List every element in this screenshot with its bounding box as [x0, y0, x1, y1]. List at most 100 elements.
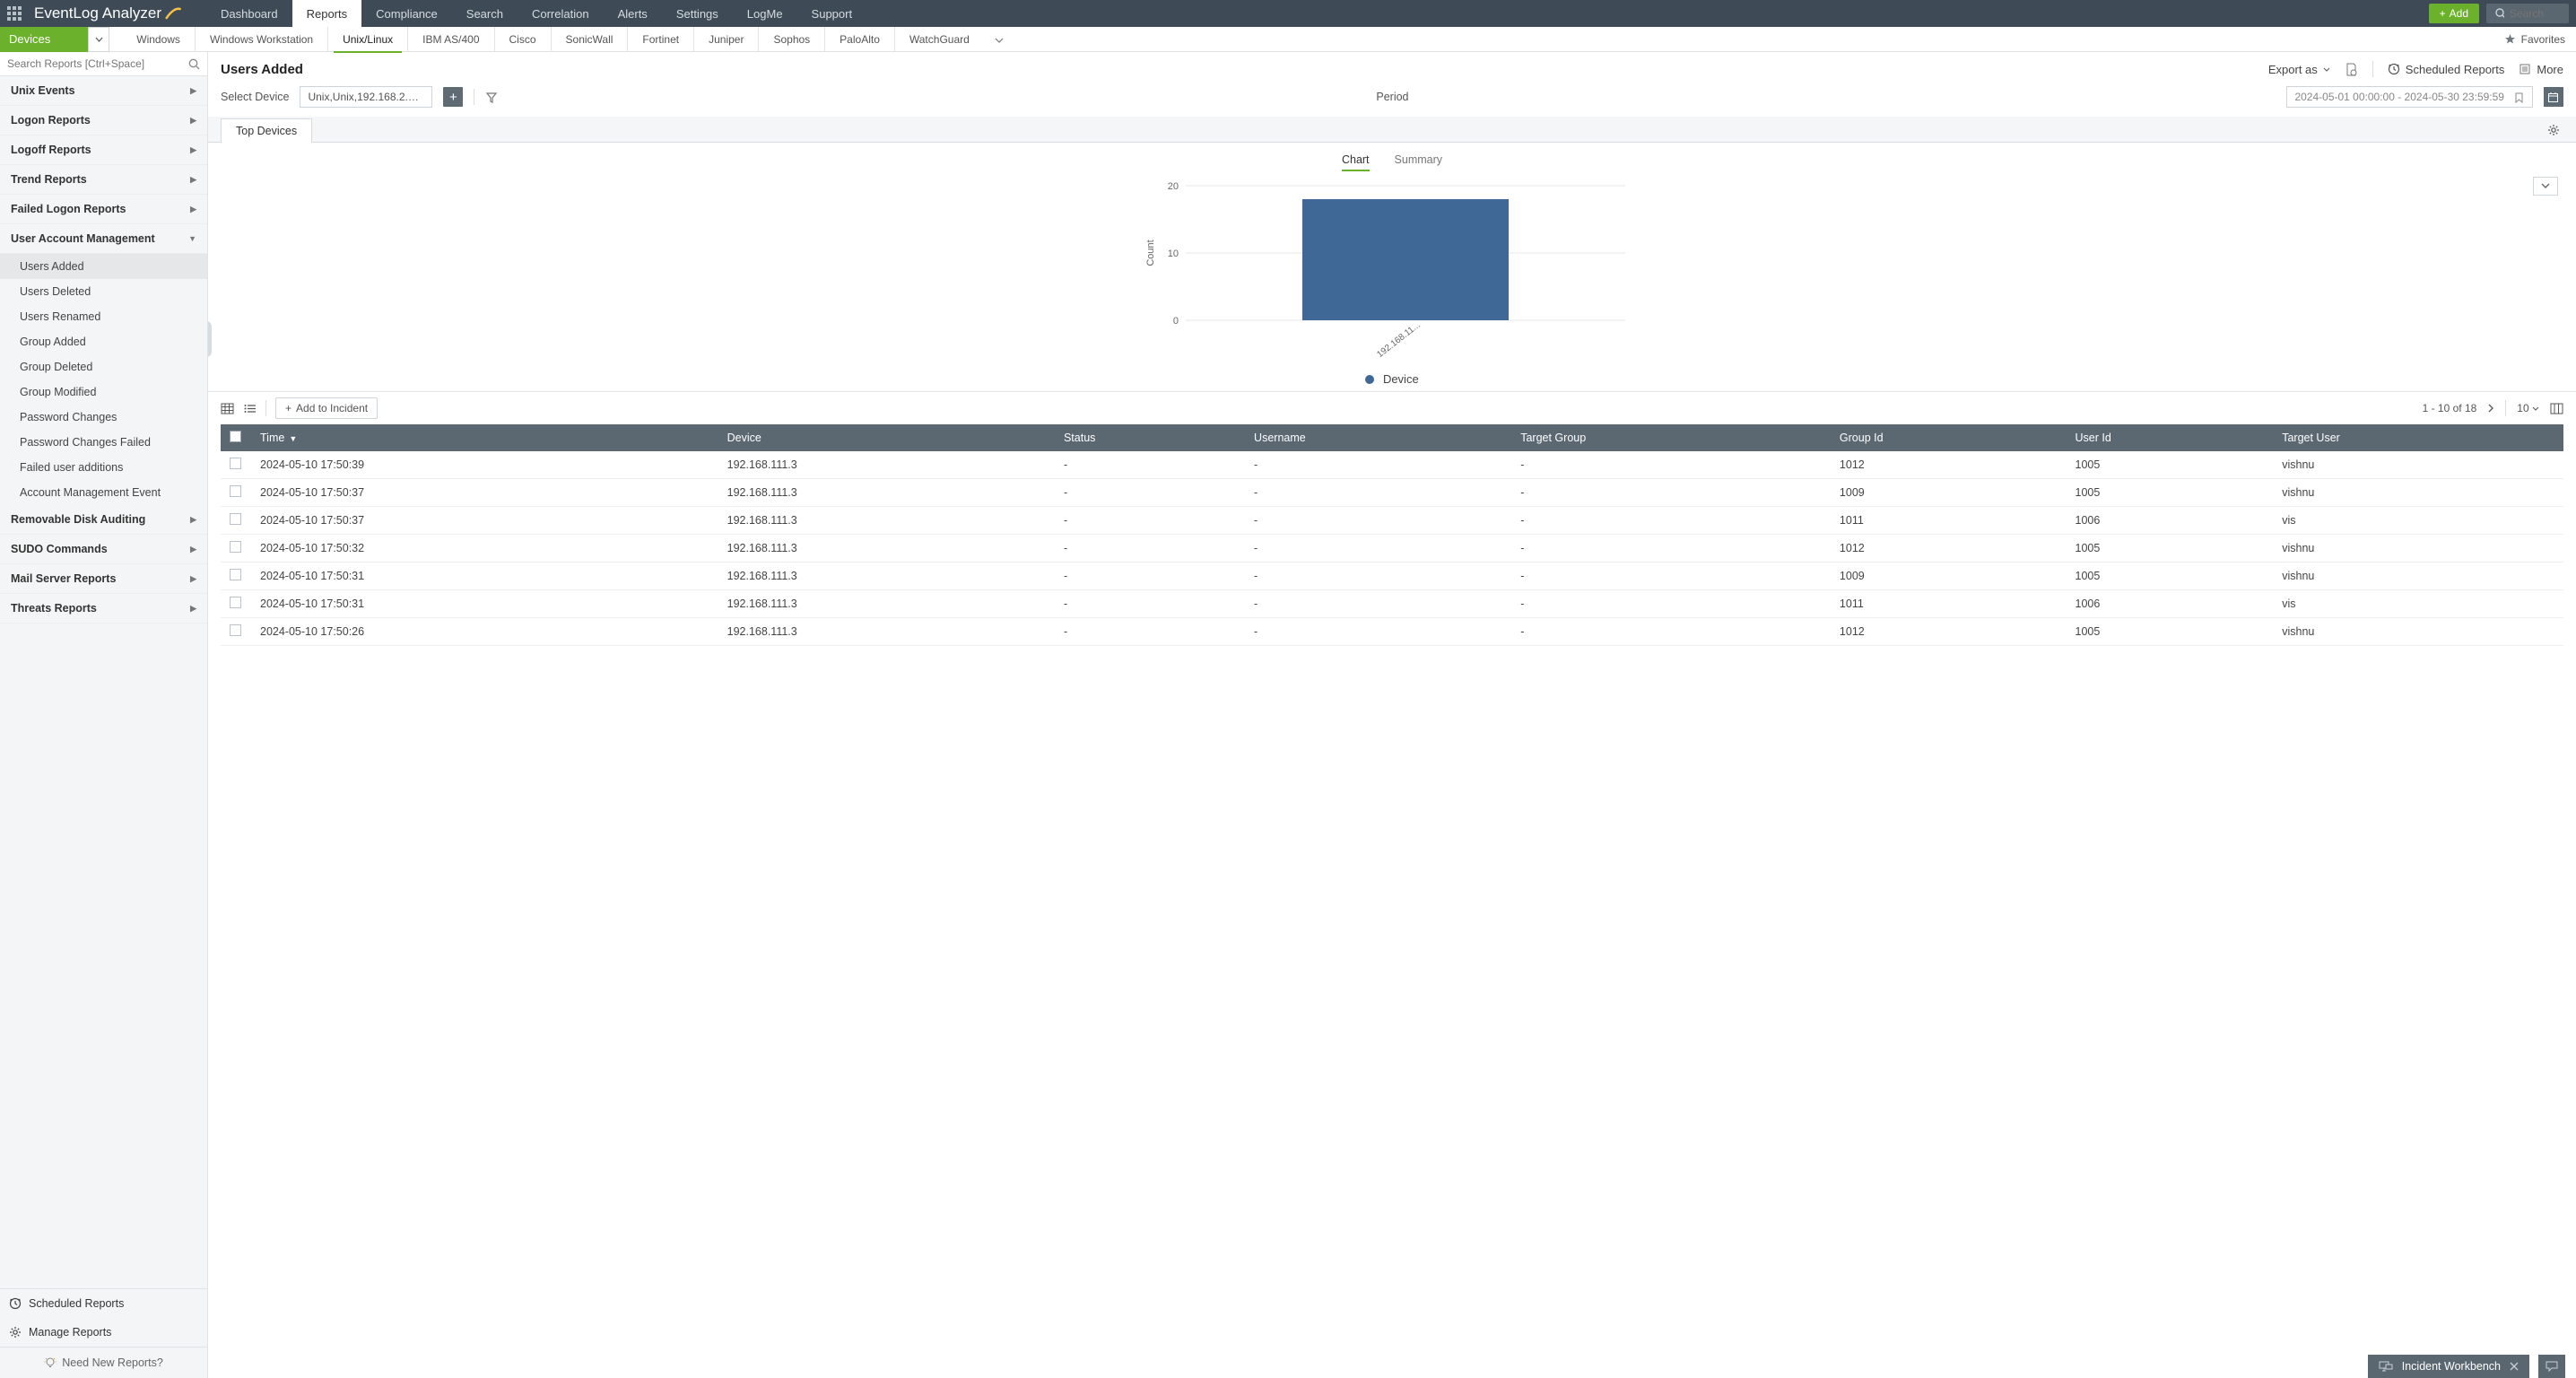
calendar-button[interactable] — [2544, 87, 2563, 107]
columns-button[interactable] — [2550, 401, 2563, 414]
sidebar-search-input[interactable] — [7, 57, 188, 70]
add-device-button[interactable]: + — [443, 87, 463, 107]
table-row[interactable]: 2024-05-10 17:50:37192.168.111.3---10111… — [221, 506, 2563, 534]
sidebar-group[interactable]: Logoff Reports▶ — [0, 135, 207, 165]
sidebar-group[interactable]: Failed Logon Reports▶ — [0, 195, 207, 224]
top-search-input[interactable] — [2510, 7, 2560, 20]
sidebar-group[interactable]: User Account Management▼ — [0, 224, 207, 254]
sidebar-group[interactable]: Logon Reports▶ — [0, 106, 207, 135]
table-row[interactable]: 2024-05-10 17:50:31192.168.111.3---10091… — [221, 562, 2563, 589]
top-search[interactable] — [2486, 4, 2569, 23]
table-row[interactable]: 2024-05-10 17:50:37192.168.111.3---10091… — [221, 478, 2563, 506]
filter-funnel-button[interactable] — [485, 90, 498, 104]
row-checkbox[interactable] — [230, 513, 241, 525]
col-header[interactable]: Status — [1055, 424, 1245, 451]
nav-tab-support[interactable]: Support — [797, 0, 867, 27]
device-tab[interactable]: SonicWall — [552, 27, 629, 52]
nav-tab-alerts[interactable]: Alerts — [604, 0, 662, 27]
favorites-link[interactable]: Favorites — [2493, 33, 2576, 46]
sidebar-search[interactable] — [0, 52, 207, 76]
sidebar-group[interactable]: Mail Server Reports▶ — [0, 564, 207, 594]
devices-dropdown-caret[interactable] — [88, 27, 109, 52]
sidebar-subitem[interactable]: Password Changes Failed — [0, 430, 207, 455]
row-checkbox[interactable] — [230, 569, 241, 580]
row-checkbox[interactable] — [230, 624, 241, 636]
nav-tab-dashboard[interactable]: Dashboard — [206, 0, 292, 27]
bookmark-icon[interactable] — [2513, 92, 2525, 103]
table-row[interactable]: 2024-05-10 17:50:39192.168.111.3---10121… — [221, 451, 2563, 479]
sidebar-subitem[interactable]: Group Deleted — [0, 354, 207, 379]
device-tab[interactable]: Cisco — [495, 27, 552, 52]
table-row[interactable]: 2024-05-10 17:50:32192.168.111.3---10121… — [221, 534, 2563, 562]
sidebar-subitem[interactable]: Account Management Event — [0, 480, 207, 505]
sidebar-subitem[interactable]: Group Modified — [0, 379, 207, 405]
next-page-button[interactable] — [2487, 402, 2494, 414]
scheduled-reports-button[interactable]: Scheduled Reports — [2388, 63, 2505, 76]
device-tab[interactable]: Unix/Linux — [328, 27, 408, 52]
nav-tab-settings[interactable]: Settings — [662, 0, 733, 27]
sidebar-subitem[interactable]: Failed user additions — [0, 455, 207, 480]
row-checkbox[interactable] — [230, 458, 241, 469]
chat-button[interactable] — [2538, 1355, 2565, 1378]
export-as-button[interactable]: Export as — [2268, 63, 2330, 76]
device-tab[interactable]: Juniper — [694, 27, 759, 52]
chart-settings-gear[interactable] — [2544, 117, 2563, 142]
device-tab[interactable]: Sophos — [759, 27, 825, 52]
device-tab[interactable]: Fortinet — [628, 27, 694, 52]
incident-workbench-bar[interactable]: Incident Workbench — [2368, 1355, 2529, 1378]
chart-tab-chart[interactable]: Chart — [1342, 153, 1370, 171]
col-header[interactable]: Target User — [2273, 424, 2563, 451]
sidebar-group[interactable]: Threats Reports▶ — [0, 594, 207, 624]
apps-grid-icon[interactable] — [7, 6, 22, 21]
tab-top-devices[interactable]: Top Devices — [221, 118, 312, 143]
more-button[interactable]: More — [2519, 63, 2563, 76]
logo[interactable]: EventLog Analyzer — [34, 4, 183, 22]
table-row[interactable]: 2024-05-10 17:50:26192.168.111.3---10121… — [221, 617, 2563, 645]
need-new-reports[interactable]: Need New Reports? — [0, 1347, 207, 1378]
nav-tab-correlation[interactable]: Correlation — [518, 0, 604, 27]
page-size-select[interactable]: 10 — [2517, 402, 2539, 414]
export-file-icon-button[interactable] — [2345, 63, 2358, 76]
col-header[interactable]: Target Group — [1511, 424, 1831, 451]
add-button[interactable]: + Add — [2429, 4, 2479, 23]
device-tab[interactable]: Windows — [122, 27, 196, 52]
nav-tab-logme[interactable]: LogMe — [733, 0, 797, 27]
chart-expand-button[interactable] — [2533, 177, 2558, 196]
device-tab[interactable]: WatchGuard — [895, 27, 984, 52]
sidebar-subitem[interactable]: Users Added — [0, 254, 207, 279]
chart-tab-summary[interactable]: Summary — [1395, 153, 1442, 171]
row-checkbox[interactable] — [230, 541, 241, 553]
sidebar-subitem[interactable]: Password Changes — [0, 405, 207, 430]
close-icon[interactable] — [2510, 1362, 2519, 1371]
sidebar-group[interactable]: Removable Disk Auditing▶ — [0, 505, 207, 535]
col-header[interactable]: Time▼ — [251, 424, 718, 451]
row-checkbox[interactable] — [230, 597, 241, 608]
nav-tab-search[interactable]: Search — [452, 0, 518, 27]
col-header[interactable] — [221, 424, 251, 451]
devices-button[interactable]: Devices — [0, 27, 88, 52]
more-device-tabs[interactable] — [984, 32, 1014, 46]
sidebar-subitem[interactable]: Group Added — [0, 329, 207, 354]
device-tab[interactable]: IBM AS/400 — [408, 27, 494, 52]
sidebar-group[interactable]: Trend Reports▶ — [0, 165, 207, 195]
device-tab[interactable]: PaloAlto — [825, 27, 895, 52]
nav-tab-compliance[interactable]: Compliance — [361, 0, 452, 27]
list-view-button[interactable] — [243, 400, 257, 415]
row-checkbox[interactable] — [230, 485, 241, 497]
add-to-incident-button[interactable]: + Add to Incident — [275, 397, 378, 419]
sidebar-scheduled-reports[interactable]: Scheduled Reports — [0, 1289, 207, 1318]
select-all-checkbox[interactable] — [230, 431, 241, 442]
col-header[interactable]: Device — [718, 424, 1055, 451]
period-selector[interactable]: 2024-05-01 00:00:00 - 2024-05-30 23:59:5… — [2286, 86, 2533, 108]
col-header[interactable]: Group Id — [1831, 424, 2067, 451]
sidebar-group[interactable]: SUDO Commands▶ — [0, 535, 207, 564]
sidebar-manage-reports[interactable]: Manage Reports — [0, 1318, 207, 1347]
device-tab[interactable]: Windows Workstation — [196, 27, 328, 52]
sidebar-subitem[interactable]: Users Renamed — [0, 304, 207, 329]
grid-view-button[interactable] — [221, 400, 234, 415]
sidebar-group[interactable]: Unix Events▶ — [0, 76, 207, 106]
device-selector[interactable]: Unix,Unix,192.168.2.10,1 ... — [300, 86, 432, 108]
table-row[interactable]: 2024-05-10 17:50:31192.168.111.3---10111… — [221, 589, 2563, 617]
col-header[interactable]: Username — [1245, 424, 1511, 451]
nav-tab-reports[interactable]: Reports — [292, 0, 362, 27]
